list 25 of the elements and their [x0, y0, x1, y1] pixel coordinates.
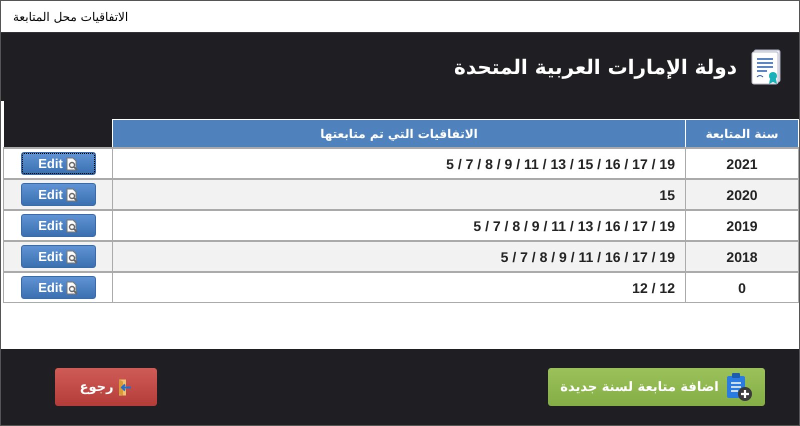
table-cell: 15 [112, 179, 686, 210]
table-cell: 2020 [686, 179, 798, 210]
table-cell: 0 [686, 272, 798, 302]
document-search-icon [66, 188, 78, 202]
edit-button[interactable]: Edit [20, 276, 96, 299]
document-search-icon [66, 156, 78, 170]
table-cell: 2018 [686, 241, 798, 272]
edit-button[interactable]: Edit [20, 152, 96, 175]
document-search-icon [66, 280, 78, 294]
table-cell: 5 / 7 / 8 / 9 / 11 / 16 / 17 / 19 [112, 241, 686, 272]
edit-button[interactable]: Edit [20, 183, 96, 206]
edit-button[interactable]: Edit [20, 245, 96, 268]
window-title: الاتفاقيات محل المتابعة [13, 10, 128, 24]
edit-button[interactable]: Edit [20, 214, 96, 237]
clipboard-add-icon [724, 372, 753, 402]
back-button[interactable]: رجوع [55, 368, 157, 406]
page-title: دولة الإمارات العربية المتحدة [454, 55, 737, 79]
document-search-icon [66, 218, 78, 232]
door-exit-icon [119, 378, 132, 396]
add-follow-up-button[interactable]: اضافة متابعة لسنة جديدة [548, 368, 765, 406]
document-search-icon [66, 250, 78, 264]
table-cell: 12 / 12 [112, 272, 686, 302]
column-header: سنة المتابعة [686, 120, 798, 148]
certificate-icon [751, 48, 783, 86]
column-header: الاتفاقيات التي تم متابعتها [112, 120, 686, 148]
